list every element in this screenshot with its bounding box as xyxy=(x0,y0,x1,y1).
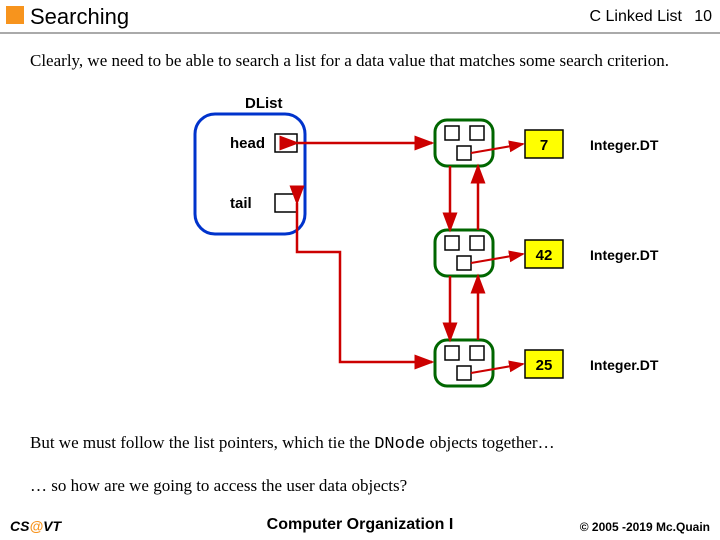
intro-text: Clearly, we need to be able to search a … xyxy=(30,50,690,71)
slide-title: Searching xyxy=(30,4,129,30)
type-label-3: Integer.DT xyxy=(590,357,659,373)
dnode-2 xyxy=(435,230,493,276)
page-number: 10 xyxy=(694,8,712,26)
value-3: 25 xyxy=(536,357,553,374)
arrow-payload-1 xyxy=(471,144,523,153)
dnode-3 xyxy=(435,340,493,386)
topbar: Searching C Linked List 10 xyxy=(0,0,720,32)
mid-text-2: … so how are we going to access the user… xyxy=(30,475,690,496)
footer-right: © 2005 -2019 Mc.Quain xyxy=(580,520,710,534)
value-2: 42 xyxy=(536,247,553,264)
type-label-1: Integer.DT xyxy=(590,137,659,153)
linked-list-diagram: DList head tail 7 Integer.DT xyxy=(30,90,690,420)
slide-topic: C Linked List xyxy=(590,8,683,26)
mid1-a: But we must follow the list pointers, wh… xyxy=(30,433,374,452)
tail-ptr-box xyxy=(275,194,297,212)
mid1-code: DNode xyxy=(374,435,425,454)
value-1: 7 xyxy=(540,137,548,154)
slide: Searching C Linked List 10 Clearly, we n… xyxy=(0,0,720,540)
arrow-tail-node3 xyxy=(297,203,432,362)
arrow-payload-3 xyxy=(471,364,523,373)
bullet-square-icon xyxy=(6,6,24,24)
dlist-box xyxy=(195,114,305,234)
mid1-b: objects together… xyxy=(425,433,554,452)
type-label-2: Integer.DT xyxy=(590,247,659,263)
arrow-payload-2 xyxy=(471,254,523,263)
tail-label: tail xyxy=(230,195,252,212)
mid-text-1: But we must follow the list pointers, wh… xyxy=(30,432,690,455)
dnode-1 xyxy=(435,120,493,166)
dlist-label: DList xyxy=(245,95,283,112)
head-label: head xyxy=(230,135,265,152)
header-rule xyxy=(0,32,720,34)
head-ptr-box xyxy=(275,134,297,152)
